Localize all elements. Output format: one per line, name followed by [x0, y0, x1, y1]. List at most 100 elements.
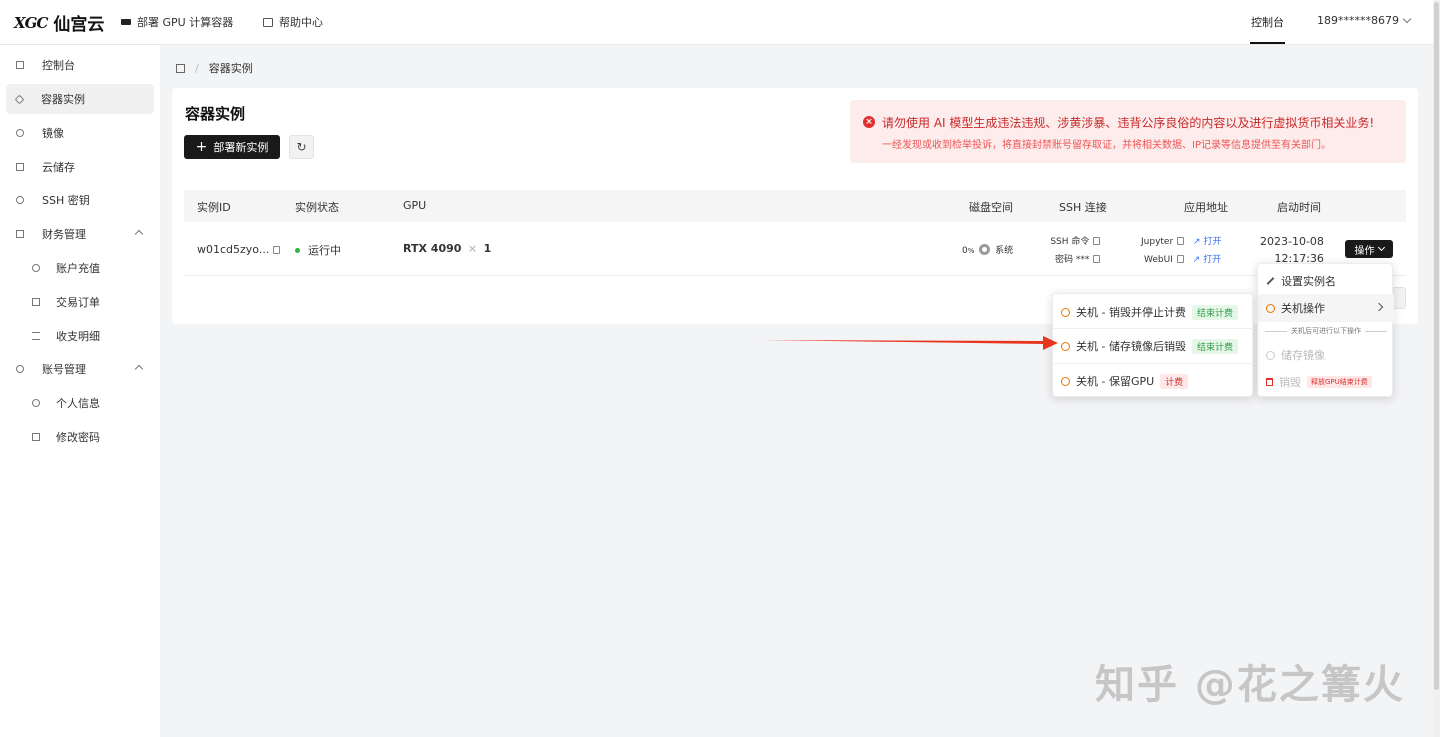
power-icon: [1061, 307, 1070, 317]
copy-icon[interactable]: [1093, 237, 1101, 245]
copy-icon[interactable]: [1176, 255, 1184, 263]
open-label: 打开: [1203, 237, 1222, 247]
sidebar-item-container-instance[interactable]: 容器实例: [6, 84, 154, 114]
sidebar-item-finance[interactable]: 财务管理: [6, 219, 154, 249]
pagination[interactable]: [1392, 287, 1406, 309]
power-icon: [1061, 341, 1070, 351]
start-time-cell: 2023-10-08 12:17:36: [1260, 233, 1324, 267]
open-label: 打开: [1203, 255, 1222, 265]
sidebar-item-orders[interactable]: 交易订单: [6, 287, 154, 317]
menu-item-rename[interactable]: 设置实例名: [1266, 273, 1336, 289]
plus-icon: +: [195, 139, 208, 155]
gpu-card-icon: [121, 19, 131, 25]
ssh-password[interactable]: 密码 ***: [1050, 252, 1101, 265]
deploy-instance-button[interactable]: + 部署新实例: [184, 135, 280, 159]
sidebar-item-label: 财务管理: [42, 228, 86, 241]
nav-help-center[interactable]: 帮助中心: [263, 14, 323, 30]
menu-item-destroy[interactable]: 销毁 释放GPU结束计费: [1266, 374, 1372, 390]
chevron-up-icon: [134, 364, 144, 374]
deploy-button-label: 部署新实例: [213, 141, 269, 154]
menu-item-label: 关机操作: [1281, 302, 1325, 315]
container-icon: [14, 94, 25, 104]
sidebar-item-console[interactable]: 控制台: [6, 50, 154, 80]
col-header-gpu: GPU: [403, 199, 427, 212]
menu-item-shutdown-keep-gpu[interactable]: 关机 - 保留GPU 计费: [1061, 373, 1189, 389]
operations-button[interactable]: 操作: [1345, 240, 1393, 258]
sidebar-item-label: 个人信息: [56, 397, 100, 410]
instance-id: w01cd5zyo...: [197, 243, 270, 256]
user-icon: [32, 399, 40, 407]
ssh-command[interactable]: SSH 命令: [1050, 234, 1101, 247]
billing-tag: 计费: [1160, 373, 1189, 389]
nav-deploy-gpu[interactable]: 部署 GPU 计算容器: [121, 14, 233, 30]
copy-icon[interactable]: [273, 246, 281, 254]
jupyter-label: Jupyter: [1141, 237, 1174, 247]
sidebar-item-change-password[interactable]: 修改密码: [6, 422, 154, 452]
arrow-head: [1043, 336, 1058, 350]
finance-icon: [16, 230, 24, 238]
status-dot: [295, 248, 300, 253]
breadcrumb: / 容器实例: [176, 60, 253, 76]
refresh-button[interactable]: ↻: [289, 135, 314, 159]
menu-item-label: 关机 - 销毁并停止计费: [1076, 306, 1186, 319]
scrollbar-thumb[interactable]: [1434, 2, 1439, 690]
menu-item-shutdown-destroy[interactable]: 关机 - 销毁并停止计费 结束计费: [1061, 304, 1238, 320]
jupyter-open-link[interactable]: ↗ 打开: [1193, 237, 1221, 247]
menu-item-shutdown-operations[interactable]: 关机操作: [1258, 294, 1394, 322]
gpu-times: ×: [467, 242, 478, 255]
key-icon: [16, 196, 24, 204]
logo[interactable]: XGC 仙宫云: [14, 10, 104, 36]
sidebar-item-label: 修改密码: [56, 431, 100, 444]
user-menu[interactable]: 189******8679: [1317, 14, 1412, 27]
breadcrumb-separator: /: [195, 61, 199, 75]
sidebar-item-account[interactable]: 账号管理: [6, 354, 154, 384]
col-header-disk: 磁盘空间: [969, 201, 1013, 214]
app-webui: WebUI ↗ 打开: [1141, 252, 1221, 265]
sidebar-item-profile[interactable]: 个人信息: [6, 388, 154, 418]
nav-console[interactable]: 控制台: [1250, 14, 1285, 44]
save-image-icon: [1266, 350, 1275, 360]
disk-cell: 0% 系统: [962, 243, 1013, 256]
user-phone: 189******8679: [1317, 14, 1399, 27]
sidebar-item-ssh-key[interactable]: SSH 密钥: [6, 185, 154, 215]
menu-item-shutdown-save-image[interactable]: 关机 - 储存镜像后销毁 结束计费: [1061, 338, 1238, 354]
logo-mark: XGC: [14, 13, 48, 32]
chevron-right-icon: [1374, 302, 1384, 312]
alert-subtitle: 一经发现或收到检举投诉，将直接封禁账号留存取证，并将相关数据、IP记录等信息提供…: [882, 140, 1331, 151]
webui-label: WebUI: [1144, 255, 1173, 265]
home-icon[interactable]: [176, 63, 185, 73]
account-icon: [16, 365, 24, 373]
col-header-start: 启动时间: [1277, 201, 1321, 214]
menu-hint: 关机后可进行以下操作: [1258, 326, 1394, 336]
menu-item-save-image[interactable]: 储存镜像: [1266, 347, 1325, 363]
gpu-cell: RTX 4090 × 1: [403, 242, 491, 255]
copy-icon[interactable]: [1093, 255, 1101, 263]
billing-tag: 结束计费: [1191, 338, 1238, 354]
app-jupyter: Jupyter ↗ 打开: [1141, 234, 1221, 247]
webui-open-link[interactable]: ↗ 打开: [1193, 255, 1221, 265]
sidebar-item-label: 账号管理: [42, 363, 86, 376]
nav-help-label: 帮助中心: [279, 16, 323, 29]
sidebar-item-label: 控制台: [42, 59, 75, 72]
disk-unit: %: [967, 247, 975, 255]
sidebar-item-image[interactable]: 镜像: [6, 118, 154, 148]
storage-icon: [16, 163, 24, 171]
sidebar-item-cloud-storage[interactable]: 云储存: [6, 152, 154, 182]
gpu-model: RTX 4090: [403, 242, 462, 255]
refresh-icon: ↻: [296, 140, 307, 154]
recharge-icon: [32, 264, 40, 272]
destroy-tag: 释放GPU结束计费: [1307, 376, 1372, 388]
chevron-down-icon: [1402, 14, 1412, 23]
operations-label: 操作: [1354, 245, 1375, 257]
copy-icon[interactable]: [1177, 237, 1185, 245]
menu-item-label: 关机 - 储存镜像后销毁: [1076, 340, 1186, 353]
order-icon: [32, 298, 40, 306]
sidebar-item-recharge[interactable]: 账户充值: [6, 253, 154, 283]
nav-deploy-label: 部署 GPU 计算容器: [137, 16, 234, 29]
sidebar-item-label: 镜像: [42, 127, 64, 140]
col-header-app: 应用地址: [1184, 201, 1228, 214]
table-row: w01cd5zyo... 运行中 RTX 4090 × 1 0% 系统 SSH …: [184, 222, 1406, 276]
sidebar-item-transactions[interactable]: 收支明细: [6, 321, 154, 351]
operations-menu: 设置实例名 关机操作 关机后可进行以下操作 储存镜像 销毁 释放GPU结束计费: [1257, 263, 1394, 397]
page-title: 容器实例: [185, 105, 246, 123]
